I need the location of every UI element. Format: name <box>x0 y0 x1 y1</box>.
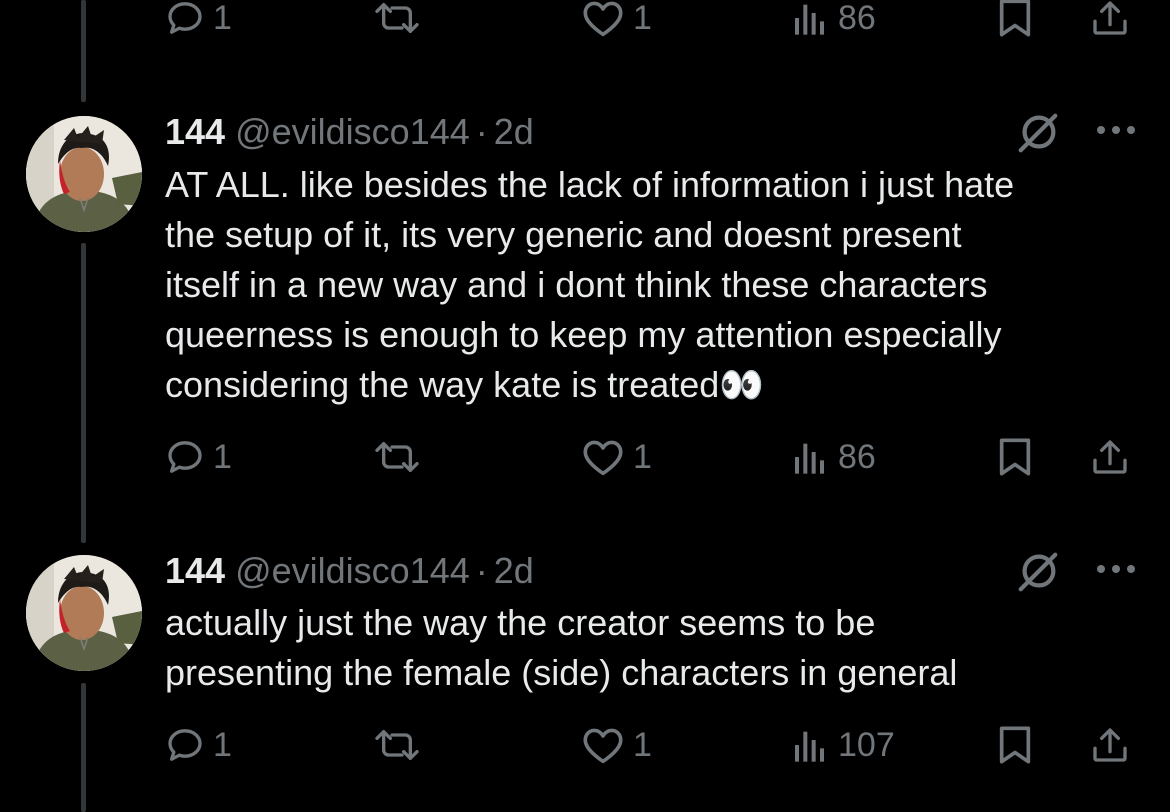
grok-icon[interactable] <box>1015 549 1061 600</box>
share-icon <box>1090 0 1130 38</box>
more-icon[interactable] <box>1095 561 1139 582</box>
separator-dot: · <box>475 111 488 152</box>
share-button[interactable] <box>1090 725 1130 765</box>
reply-count: 1 <box>213 726 232 764</box>
retweet-button[interactable] <box>371 725 423 765</box>
bookmark-icon <box>996 437 1034 477</box>
thread-line-top <box>81 0 86 102</box>
views-icon <box>790 0 830 38</box>
like-count: 1 <box>633 726 652 764</box>
reply-button[interactable]: 1 <box>165 725 232 765</box>
retweet-button[interactable] <box>371 437 423 477</box>
bookmark-button[interactable] <box>996 725 1034 765</box>
bookmark-button[interactable] <box>996 437 1034 477</box>
share-icon <box>1090 725 1130 765</box>
retweet-icon <box>371 0 423 38</box>
share-button[interactable] <box>1090 0 1130 38</box>
share-icon <box>1090 437 1130 477</box>
reply-icon <box>165 725 205 765</box>
retweet-icon <box>371 725 423 765</box>
views-button[interactable]: 107 <box>790 725 895 765</box>
bookmark-icon <box>996 0 1034 38</box>
reply-button[interactable]: 1 <box>165 0 232 38</box>
display-name[interactable]: 144 <box>165 550 225 591</box>
views-icon <box>790 437 830 477</box>
thread-line-bottom <box>81 683 86 812</box>
like-icon <box>581 437 625 477</box>
bookmark-button[interactable] <box>996 0 1034 38</box>
like-button[interactable]: 1 <box>581 725 652 765</box>
thread-line-middle <box>81 243 86 543</box>
like-count: 1 <box>633 438 652 476</box>
reply-count: 1 <box>213 0 232 37</box>
like-button[interactable]: 1 <box>581 0 652 38</box>
user-handle[interactable]: @evildisco144 <box>235 550 470 591</box>
avatar[interactable] <box>26 116 142 232</box>
retweet-icon <box>371 437 423 477</box>
like-icon <box>581 0 625 38</box>
timestamp[interactable]: 2d <box>494 111 534 152</box>
more-icon[interactable] <box>1095 122 1139 143</box>
tweet-text: AT ALL. like besides the lack of informa… <box>165 164 1015 405</box>
timestamp[interactable]: 2d <box>494 550 534 591</box>
views-count: 86 <box>838 0 876 37</box>
bookmark-icon <box>996 725 1034 765</box>
reply-icon <box>165 0 205 38</box>
views-count: 107 <box>838 726 895 764</box>
like-icon <box>581 725 625 765</box>
tweet-header: 144 @evildisco144 · 2d <box>165 551 534 591</box>
tweet-text: actually just the way the creator seems … <box>165 602 958 693</box>
user-handle[interactable]: @evildisco144 <box>235 111 470 152</box>
reply-button[interactable]: 1 <box>165 437 232 477</box>
display-name[interactable]: 144 <box>165 111 225 152</box>
retweet-button[interactable] <box>371 0 423 38</box>
views-icon <box>790 725 830 765</box>
reply-count: 1 <box>213 438 232 476</box>
tweet-header: 144 @evildisco144 · 2d <box>165 112 534 152</box>
views-count: 86 <box>838 438 876 476</box>
separator-dot: · <box>475 550 488 591</box>
views-button[interactable]: 86 <box>790 0 876 38</box>
views-button[interactable]: 86 <box>790 437 876 477</box>
reply-icon <box>165 437 205 477</box>
like-count: 1 <box>633 0 652 37</box>
grok-icon[interactable] <box>1015 110 1061 161</box>
avatar[interactable] <box>26 555 142 671</box>
like-button[interactable]: 1 <box>581 437 652 477</box>
share-button[interactable] <box>1090 437 1130 477</box>
